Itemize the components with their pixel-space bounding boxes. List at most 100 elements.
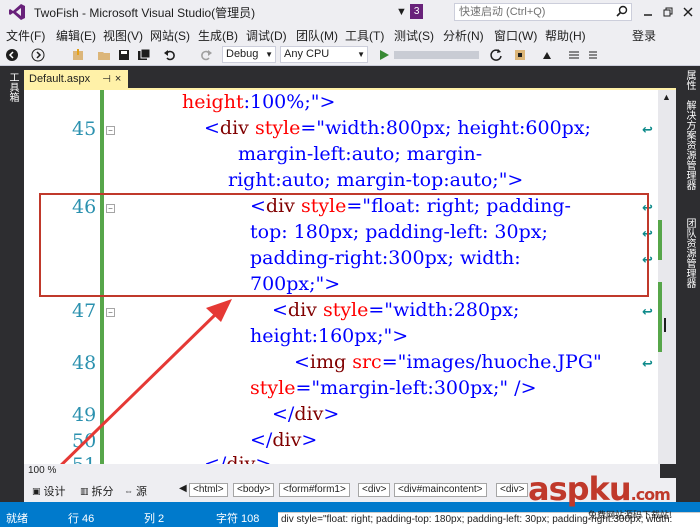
split-label: 拆分 (91, 486, 114, 498)
status-char: 字符 108 (216, 513, 260, 525)
word-wrap-icon: ↩ (642, 122, 653, 137)
zoom-level[interactable]: 100 % (28, 465, 56, 476)
status-column: 列 2 (144, 513, 165, 525)
menu-file[interactable]: 文件(F) (6, 27, 45, 44)
status-line: 行 46 (68, 513, 95, 525)
scroll-change-marker (658, 282, 662, 352)
platform-select[interactable]: Any CPU ▼ (280, 46, 368, 63)
menu-edit[interactable]: 编辑(E) (56, 27, 96, 44)
design-view-button[interactable]: ▣ 设计 (32, 483, 66, 499)
line-number: 45 (72, 118, 97, 140)
code-line: <div style="width:280px; (272, 299, 520, 321)
minimize-icon[interactable] (640, 4, 656, 20)
scroll-change-marker (658, 220, 662, 260)
menu-tools[interactable]: 工具(T) (345, 27, 384, 44)
menu-debug[interactable]: 调试(D) (246, 27, 287, 44)
status-ready: 就绪 (6, 513, 28, 525)
menu-help[interactable]: 帮助(H) (545, 27, 586, 44)
window-title: TwoFish - Microsoft Visual Studio(管理员) (34, 5, 256, 20)
notification-count-badge: 3 (409, 4, 424, 19)
save-icon[interactable] (116, 47, 132, 63)
source-label: 源 (136, 486, 147, 498)
platform-value: Any CPU (284, 48, 330, 60)
split-view-button[interactable]: ▥ 拆分 (80, 483, 114, 499)
tab-label: Default.aspx (29, 73, 91, 85)
chevron-down-icon: ▼ (265, 50, 273, 59)
menu-analyze[interactable]: 分析(N) (443, 27, 484, 44)
properties-tab[interactable]: 属性 (682, 70, 697, 90)
design-label: 设计 (43, 486, 66, 498)
pin-icon[interactable]: ⊣ (102, 74, 111, 85)
menu-build[interactable]: 生成(B) (198, 27, 238, 44)
extensions-icon[interactable] (512, 47, 528, 63)
watermark-logo: aspku.com 免费网站源码下载站! (528, 470, 700, 520)
code-line: </div> (204, 453, 272, 464)
quick-launch-placeholder: 快速启动 (Ctrl+Q) (459, 6, 546, 18)
code-line: <div style="width:800px; height:600px; (204, 117, 591, 139)
fold-toggle-icon[interactable]: − (106, 308, 115, 317)
breadcrumb-maincontent[interactable]: <div#maincontent> (394, 483, 487, 497)
fold-toggle-icon[interactable]: − (106, 126, 115, 135)
forward-icon[interactable] (30, 47, 46, 63)
save-all-icon[interactable] (136, 47, 152, 63)
undo-icon[interactable] (162, 47, 178, 63)
menu-view[interactable]: 视图(V) (103, 27, 143, 44)
breadcrumb-div[interactable]: <div> (358, 483, 391, 497)
line-number: 49 (72, 404, 97, 426)
redo-icon[interactable] (198, 47, 214, 63)
code-line: margin-left:auto; margin- (238, 143, 483, 165)
notifications[interactable]: ▼ 3 (396, 4, 424, 19)
configuration-value: Debug (226, 48, 259, 60)
breadcrumb-prev-icon[interactable]: ◀ (176, 483, 190, 497)
configuration-select[interactable]: Debug ▼ (222, 46, 276, 63)
menu-team[interactable]: 团队(M) (296, 27, 338, 44)
design-icon: ▣ (32, 485, 41, 496)
code-line: height:100%;"> (182, 91, 336, 113)
find-icon[interactable] (540, 47, 556, 63)
filter-icon: ▼ (396, 5, 407, 18)
tab-default-aspx[interactable]: Default.aspx ⊣ × (24, 70, 128, 88)
breadcrumb-body[interactable]: <body> (233, 483, 275, 497)
menu-test[interactable]: 测试(S) (394, 27, 434, 44)
close-icon[interactable] (680, 4, 696, 20)
quick-launch-input[interactable]: 快速启动 (Ctrl+Q) (454, 3, 632, 21)
source-icon: ⇔ (124, 486, 133, 496)
restore-icon[interactable] (660, 4, 676, 20)
title-bar: TwoFish - Microsoft Visual Studio(管理员) ▼… (0, 0, 700, 24)
chevron-down-icon: ▼ (357, 50, 365, 59)
menu-bar: 文件(F) 编辑(E) 视图(V) 网站(S) 生成(B) 调试(D) 团队(M… (0, 24, 700, 44)
scroll-caret-marker (664, 318, 666, 332)
line-number: 51 (72, 454, 96, 464)
solution-explorer-tab[interactable]: 解决方案资源管理器 (682, 100, 697, 190)
new-project-icon[interactable] (70, 47, 86, 63)
code-line: <img src="images/huoche.JPG" (294, 351, 602, 373)
line-number: 48 (72, 352, 97, 374)
code-line: right:auto; margin-top:auto;"> (228, 169, 524, 191)
scroll-up-icon[interactable]: ▲ (662, 92, 671, 102)
team-explorer-tab[interactable]: 团队资源管理器 (682, 218, 697, 288)
source-view-button[interactable]: ⇔ 源 (124, 483, 147, 499)
uncomment-icon[interactable] (584, 47, 600, 63)
menu-website[interactable]: 网站(S) (150, 27, 190, 44)
line-number: 47 (72, 300, 97, 322)
login-link[interactable]: 登录 (632, 27, 656, 44)
refresh-icon[interactable] (488, 47, 504, 63)
search-icon (616, 5, 628, 22)
close-icon[interactable]: × (115, 73, 121, 85)
breadcrumb-form[interactable]: <form#form1> (279, 483, 350, 497)
start-debug-icon[interactable] (376, 47, 392, 63)
code-line: height:160px;"> (250, 325, 409, 347)
menu-window[interactable]: 窗口(W) (494, 27, 537, 44)
comment-icon[interactable] (566, 47, 582, 63)
breadcrumb-html[interactable]: <html> (189, 483, 228, 497)
browser-select[interactable] (394, 47, 484, 63)
vertical-scrollbar[interactable]: ▲ (658, 90, 676, 464)
word-wrap-icon: ↩ (642, 304, 653, 319)
split-icon: ▥ (80, 485, 89, 496)
open-file-icon[interactable] (96, 47, 112, 63)
line-number: 50 (72, 430, 97, 452)
toolbox-tab[interactable]: 工具箱 (5, 72, 20, 102)
right-tool-strip: 属性 解决方案资源管理器 团队资源管理器 (676, 66, 700, 478)
breadcrumb-div-inner[interactable]: <div> (496, 483, 529, 497)
back-icon[interactable] (4, 47, 20, 63)
